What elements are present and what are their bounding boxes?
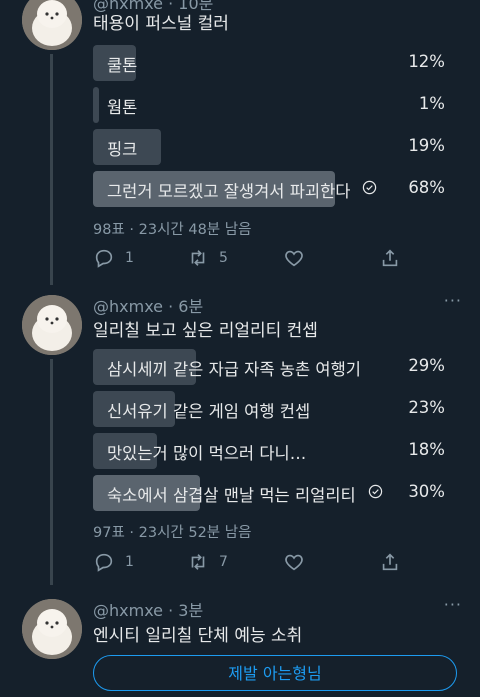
check-circle-icon xyxy=(368,484,383,503)
retweet-count: 7 xyxy=(219,554,228,570)
poll-option-label: 맛있는거 많이 먹으러 다니… xyxy=(107,444,307,463)
tweet-text: 태용이 퍼스널 컬러 xyxy=(93,14,229,34)
poll-meta: 98표 · 23시간 48분 남음 xyxy=(93,222,252,238)
avatar[interactable] xyxy=(22,0,82,50)
timestamp[interactable]: 3분 xyxy=(178,601,203,620)
retweet-button[interactable]: 5 xyxy=(187,246,228,270)
reply-count: 1 xyxy=(125,250,134,266)
tweet-header: @hxmxe · 6분 xyxy=(93,297,204,316)
tweet-header: @hxmxe · 3분 xyxy=(93,601,204,620)
tweet-actions: 1 5 xyxy=(93,246,403,270)
retweet-icon xyxy=(191,250,205,266)
poll-option-percent: 19% xyxy=(408,136,445,155)
more-icon[interactable]: ··· xyxy=(444,595,462,614)
avatar[interactable] xyxy=(22,295,82,355)
tweet-1[interactable]: @hxmxe · 10분 태용이 퍼스널 컬러 98표 · 23시간 48분 남… xyxy=(0,0,480,285)
poll-option: 쿨톤 12% xyxy=(93,45,449,81)
poll-bar xyxy=(93,87,99,123)
timeline: @hxmxe · 10분 태용이 퍼스널 컬러 98표 · 23시간 48분 남… xyxy=(0,0,480,697)
share-icon xyxy=(382,553,398,571)
poll-option: 웜톤 1% xyxy=(93,87,449,123)
poll-option-label: 웜톤 xyxy=(107,98,138,117)
poll-option: 신서유기 같은 게임 여행 컨셉 23% xyxy=(93,391,449,427)
poll-option-label: 숙소에서 삼겹살 맨날 먹는 리얼리티 xyxy=(107,486,356,505)
poll-option: 맛있는거 많이 먹으러 다니… 18% xyxy=(93,433,449,469)
poll-option-percent: 68% xyxy=(408,178,445,197)
tweet-3[interactable]: @hxmxe · 3분 ··· 엔시티 일리칠 단체 예능 소취 제발 아는형님 xyxy=(0,585,480,697)
reply-button[interactable]: 1 xyxy=(93,550,134,574)
tweet-actions: 1 7 xyxy=(93,550,403,574)
reply-icon xyxy=(95,249,113,268)
poll-option: 그런거 모르겠고 잘생겨서 파괴한다 68% xyxy=(93,171,449,207)
poll-option-label: 핑크 xyxy=(107,140,138,159)
heart-icon xyxy=(285,554,303,571)
share-button[interactable] xyxy=(379,550,401,574)
check-circle-icon xyxy=(362,180,377,199)
poll-option-percent: 29% xyxy=(408,356,445,375)
card-button[interactable]: 제발 아는형님 xyxy=(93,655,457,691)
handle[interactable]: @hxmxe xyxy=(93,297,163,316)
handle[interactable]: @hxmxe xyxy=(93,601,163,620)
share-icon xyxy=(382,249,398,267)
tweet-2[interactable]: @hxmxe · 6분 ··· 일리칠 보고 싶은 리얼리티 컨셉 97표 · … xyxy=(0,285,480,585)
more-icon[interactable]: ··· xyxy=(444,291,462,310)
poll-option-label: 삼시세끼 같은 자급 자족 농촌 여행기 xyxy=(107,360,361,379)
poll-option: 핑크 19% xyxy=(93,129,449,165)
poll-meta: 97표 · 23시간 52분 남음 xyxy=(93,525,252,541)
poll-option-percent: 30% xyxy=(408,482,445,501)
like-button[interactable] xyxy=(283,550,305,574)
like-button[interactable] xyxy=(283,246,305,270)
poll-option: 삼시세끼 같은 자급 자족 농촌 여행기 29% xyxy=(93,349,449,385)
poll-option-percent: 23% xyxy=(408,398,445,417)
poll-option-label: 쿨톤 xyxy=(107,56,138,75)
thread-line xyxy=(50,54,53,285)
retweet-icon xyxy=(191,554,205,570)
reply-icon xyxy=(95,553,113,572)
tweet-text: 엔시티 일리칠 단체 예능 소취 xyxy=(93,626,303,646)
heart-icon xyxy=(285,250,303,267)
poll-option-percent: 18% xyxy=(408,440,445,459)
tweet-text: 일리칠 보고 싶은 리얼리티 컨셉 xyxy=(93,321,318,341)
poll-option: 숙소에서 삼겹살 맨날 먹는 리얼리티 30% xyxy=(93,475,449,511)
reply-button[interactable]: 1 xyxy=(93,246,134,270)
timestamp[interactable]: 6분 xyxy=(178,297,203,316)
poll-option-percent: 12% xyxy=(408,52,445,71)
reply-count: 1 xyxy=(125,554,134,570)
retweet-button[interactable]: 7 xyxy=(187,550,228,574)
poll-option-label: 그런거 모르겠고 잘생겨서 파괴한다 xyxy=(107,182,351,201)
poll-option-percent: 1% xyxy=(418,94,445,113)
avatar[interactable] xyxy=(22,599,82,659)
thread-line xyxy=(50,359,53,585)
poll-option-label: 신서유기 같은 게임 여행 컨셉 xyxy=(107,402,311,421)
share-button[interactable] xyxy=(379,246,401,270)
retweet-count: 5 xyxy=(219,250,228,266)
